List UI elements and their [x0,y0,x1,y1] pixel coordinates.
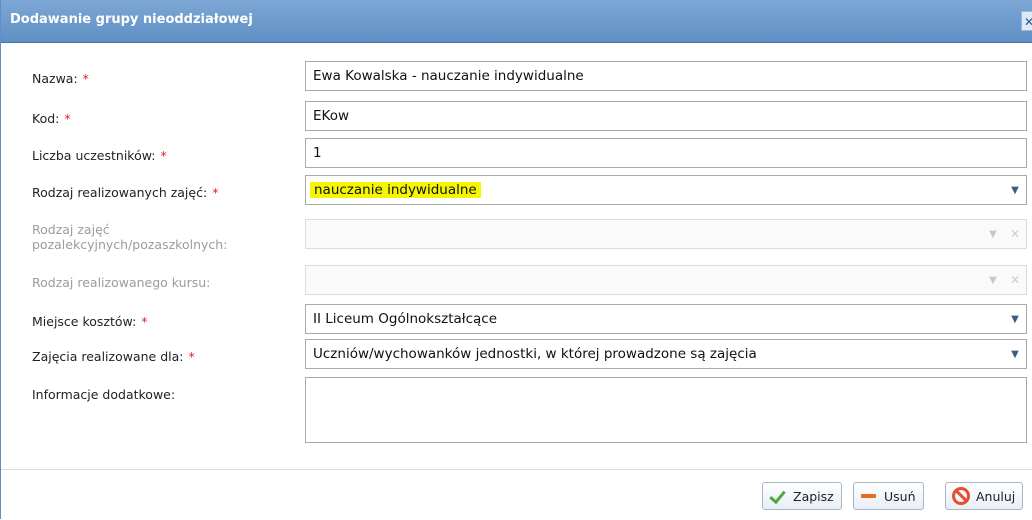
informacje-textarea[interactable] [305,377,1027,443]
dialog-titlebar: Dodawanie grupy nieoddziałowej ✕ [1,0,1032,43]
rodzaj-pozalekcyjnych-label: Rodzaj zajęć pozalekcyjnych/pozaszkolnych… [32,222,228,252]
kod-label: Kod: * [32,111,71,126]
cancel-label: Anuluj [976,488,1016,504]
liczba-input[interactable]: 1 [305,138,1027,168]
zajecia-dla-select[interactable]: Uczniów/wychowanków jednostki, w której … [305,339,1027,369]
miejsce-kosztow-label: Miejsce kosztów: * [32,314,148,329]
required-mark: * [141,314,148,329]
kod-value: EKow [313,108,350,124]
cancel-button[interactable]: Anuluj [945,482,1024,510]
dialog-window: Dodawanie grupy nieoddziałowej ✕ Nazwa: *… [0,0,1032,520]
rodzaj-zajec-select[interactable]: nauczanie indywidualne ▼ [305,175,1027,205]
nazwa-input[interactable]: Ewa Kowalska - nauczanie indywidualne [305,61,1027,91]
rodzaj-kursu-label: Rodzaj realizowanego kursu: [32,275,211,290]
rodzaj-zajec-label: Rodzaj realizowanych zajęć: * [32,185,219,200]
rodzaj-zajec-value: nauczanie indywidualne [310,182,481,198]
save-label: Zapisz [793,488,834,504]
required-mark: * [212,185,219,200]
liczba-label: Liczba uczestników: * [32,148,167,163]
chevron-down-icon[interactable]: ▼ [1004,340,1026,368]
delete-button[interactable]: Usuń [853,482,924,510]
rodzaj-kursu-select: ▼ ✕ [305,265,1027,295]
chevron-down-icon: ▼ [989,274,997,286]
dialog-footer: Zapisz Usuń Anuluj [1,469,1032,520]
nazwa-label: Nazwa: * [32,71,89,86]
save-button[interactable]: Zapisz [762,482,842,510]
close-icon[interactable]: ✕ [1021,11,1032,31]
delete-label: Usuń [884,488,916,504]
dialog-title: Dodawanie grupy nieoddziałowej [10,12,253,27]
informacje-label: Informacje dodatkowe: [32,387,176,402]
kod-input[interactable]: EKow [305,101,1027,131]
rodzaj-pozalekcyjnych-select: ▼ ✕ [305,219,1027,249]
clear-icon: ✕ [1009,227,1021,241]
required-mark: * [188,349,195,364]
chevron-down-icon[interactable]: ▼ [1004,176,1026,204]
nazwa-value: Ewa Kowalska - nauczanie indywidualne [313,68,584,84]
liczba-value: 1 [313,145,322,161]
cancel-icon [952,487,970,505]
check-icon [769,487,787,505]
required-mark: * [64,111,71,126]
minus-icon [860,487,878,505]
chevron-down-icon: ▼ [989,228,997,240]
miejsce-kosztow-value: II Liceum Ogólnokształcące [313,311,498,327]
clear-icon: ✕ [1009,273,1021,287]
required-mark: * [160,148,167,163]
zajecia-dla-value: Uczniów/wychowanków jednostki, w której … [313,346,757,362]
required-mark: * [82,71,89,86]
chevron-down-icon[interactable]: ▼ [1004,305,1026,333]
miejsce-kosztow-select[interactable]: II Liceum Ogólnokształcące ▼ [305,304,1027,334]
zajecia-dla-label: Zajęcia realizowane dla: * [32,349,195,364]
